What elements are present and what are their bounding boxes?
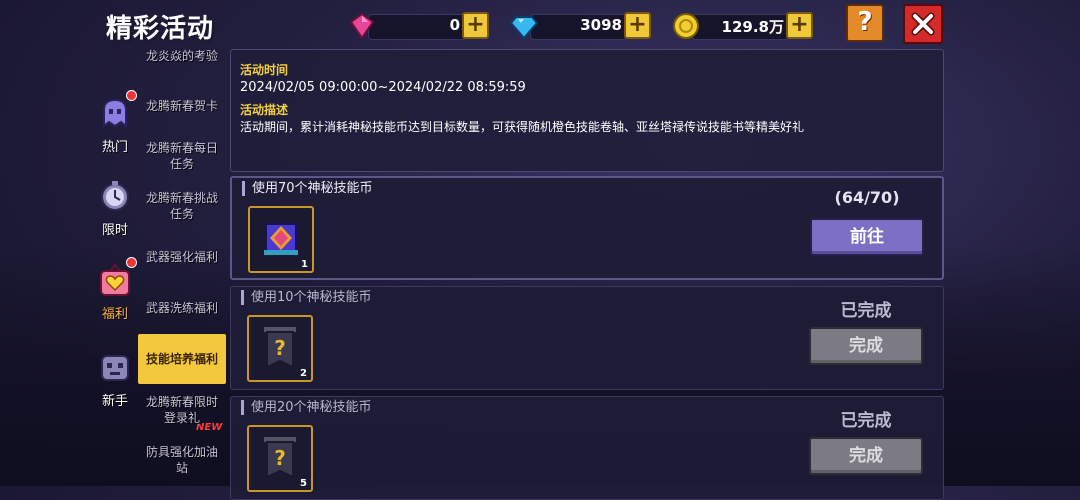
currency-gold-coin: 129.8万 + [672,12,814,40]
description-heading: 活动描述 [240,103,289,117]
task-title: 使用20个神秘技能币 [241,400,372,415]
subnav-item[interactable]: 武器洗练福利 [138,300,226,316]
task-card: 使用20个神秘技能币 ? 5 已完成 完成 [230,396,944,500]
rail-tab-novice[interactable]: 新手 [92,350,138,409]
subnav-item[interactable]: 龙腾新春贺卡 [138,98,226,114]
clock-icon [101,181,129,211]
gift-heart-icon [100,263,130,296]
blue-diamond-icon [510,16,538,40]
task-progress: (64/70) [834,188,900,207]
activity-list: 龙炎焱的考验 龙腾新春贺卡 龙腾新春每日任务 龙腾新春挑战任务 武器强化福利 武… [138,44,226,486]
pink-gem-amount: 0 [449,16,460,34]
add-gold-coin-button[interactable]: + [786,12,813,39]
reward-slot[interactable]: ? 5 [247,425,313,492]
task-card: 使用10个神秘技能币 ? 2 已完成 完成 [230,286,944,390]
subnav-item[interactable]: 武器强化福利 [138,249,226,265]
close-icon [911,12,935,36]
ghost-icon [103,98,127,129]
task-card: 使用70个神秘技能币 1 (64/70) 前往 [230,176,944,280]
svg-text:?: ? [274,446,286,470]
rail-label-welfare: 福利 [101,307,128,322]
go-button[interactable]: 前往 [810,218,924,256]
description-value: 活动期间，累计消耗神秘技能币达到目标数量，可获得随机橙色技能卷轴、亚丝塔禄传说技… [240,120,805,134]
rail-tab-hot[interactable]: 热门 [92,90,138,155]
page-title: 精彩活动 [106,14,215,44]
subnav-item[interactable]: 龙腾新春限时登录礼 [138,394,226,426]
task-title: 使用70个神秘技能币 [242,181,373,196]
currency-pink-gem: 0 + [348,12,490,40]
subnav-item[interactable]: 防具强化加油站 [138,444,226,476]
reward-count: 1 [301,259,308,270]
rail-label-hot: 热门 [101,140,128,155]
pink-gem-icon [349,12,375,40]
gold-coin-icon [673,13,699,39]
subnav-item[interactable]: 龙腾新春挑战任务 [138,190,226,222]
complete-button[interactable]: 完成 [809,327,923,365]
notification-dot [126,90,137,101]
task-status: 已完成 [840,301,892,321]
add-blue-diamond-button[interactable]: + [624,12,651,39]
subnav-item-active[interactable]: 技能培养福利 [138,334,226,384]
time-value: 2024/02/05 09:00:00~2024/02/22 08:59:59 [240,80,526,95]
gold-coin-amount: 129.8万 [721,18,784,36]
reward-slot[interactable]: ? 2 [247,315,313,382]
activity-info-panel: 活动时间 2024/02/05 09:00:00~2024/02/22 08:5… [230,49,944,172]
subnav-item[interactable]: 龙炎焱的考验 [138,48,226,64]
robot-icon [101,355,129,381]
complete-button[interactable]: 完成 [809,437,923,475]
task-title: 使用10个神秘技能币 [241,290,372,305]
reward-slot[interactable]: 1 [248,206,314,273]
rail-label-novice: 新手 [101,394,128,409]
rail-tab-limited[interactable]: 限时 [92,179,138,238]
help-button[interactable]: ? [846,4,884,42]
svg-text:?: ? [274,336,286,360]
rail-label-limited: 限时 [101,223,128,238]
reward-count: 5 [300,478,307,489]
reward-count: 2 [300,368,307,379]
subnav-item[interactable]: 龙腾新春每日任务 [138,140,226,172]
task-status: 已完成 [840,411,892,431]
blue-diamond-amount: 3098 [580,16,622,34]
notification-dot [126,257,137,268]
currency-blue-diamond: 3098 + [510,12,652,40]
close-button[interactable] [903,4,943,44]
add-pink-gem-button[interactable]: + [462,12,489,39]
time-heading: 活动时间 [240,63,289,77]
rail-tab-welfare[interactable]: 福利 [92,257,138,322]
